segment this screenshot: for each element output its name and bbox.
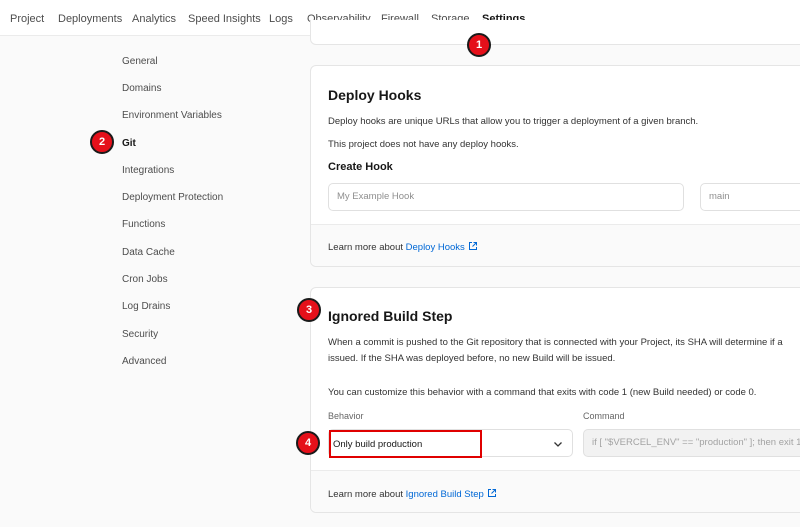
tab-logs[interactable]: Logs <box>269 13 293 25</box>
hook-name-input[interactable]: My Example Hook <box>328 183 684 211</box>
behavior-select[interactable]: Only build production <box>328 429 573 458</box>
sidebar-item-domains[interactable]: Domains <box>122 83 161 94</box>
ignored-build-step-card: Ignored Build Step When a commit is push… <box>310 287 800 513</box>
deploy-hooks-empty-text: This project does not have any deploy ho… <box>328 139 519 150</box>
deploy-hooks-title: Deploy Hooks <box>328 87 422 103</box>
callout-badge-1: 1 <box>467 33 491 57</box>
external-link-icon <box>487 489 496 497</box>
sidebar-item-advanced[interactable]: Advanced <box>122 356 166 367</box>
sidebar-item-integrations[interactable]: Integrations <box>122 165 174 176</box>
callout-badge-4: 4 <box>296 431 320 455</box>
sidebar-item-log-drains[interactable]: Log Drains <box>122 301 170 312</box>
ignored-build-step-customize-text: You can customize this behavior with a c… <box>328 387 757 398</box>
ignored-build-step-description: When a commit is pushed to the Git repos… <box>328 337 783 348</box>
callout-badge-3: 3 <box>297 298 321 322</box>
behavior-select-value: Only build production <box>329 430 482 458</box>
tab-speed-insights[interactable]: Speed Insights <box>188 13 261 25</box>
sidebar-item-cron-jobs[interactable]: Cron Jobs <box>122 274 168 285</box>
callout-badge-2: 2 <box>90 130 114 154</box>
external-link-icon <box>468 242 477 250</box>
sidebar-item-git[interactable]: Git <box>122 138 136 149</box>
deploy-hooks-docs-link[interactable]: Deploy Hooks <box>406 242 465 253</box>
behavior-label: Behavior <box>328 411 364 421</box>
ignored-build-step-footer: Learn more about Ignored Build Step <box>311 471 800 512</box>
sidebar-item-general[interactable]: General <box>122 56 158 67</box>
sidebar-item-environment-variables[interactable]: Environment Variables <box>122 110 222 121</box>
create-hook-title: Create Hook <box>328 161 393 173</box>
chevron-down-icon <box>554 442 562 447</box>
previous-settings-card <box>310 20 800 45</box>
ignored-build-step-docs-link[interactable]: Ignored Build Step <box>406 489 484 500</box>
sidebar-item-security[interactable]: Security <box>122 329 158 340</box>
command-input[interactable]: if [ "$VERCEL_ENV" == "production" ]; th… <box>583 429 800 457</box>
deploy-hooks-description: Deploy hooks are unique URLs that allow … <box>328 116 699 127</box>
tab-deployments[interactable]: Deployments <box>58 13 122 25</box>
tab-project[interactable]: Project <box>10 13 44 25</box>
deploy-hooks-footer-text: Learn more about <box>328 242 403 253</box>
ignored-build-step-description-cont: issued. If the SHA was deployed before, … <box>328 353 616 364</box>
sidebar-item-data-cache[interactable]: Data Cache <box>122 247 175 258</box>
ignored-build-step-title: Ignored Build Step <box>328 308 453 324</box>
hook-branch-input[interactable]: main <box>700 183 800 211</box>
sidebar-item-deployment-protection[interactable]: Deployment Protection <box>122 192 223 203</box>
sidebar-item-functions[interactable]: Functions <box>122 219 165 230</box>
command-label: Command <box>583 411 625 421</box>
ignored-build-step-footer-text: Learn more about <box>328 489 403 500</box>
tab-analytics[interactable]: Analytics <box>132 13 176 25</box>
deploy-hooks-footer: Learn more about Deploy Hooks <box>311 225 800 266</box>
deploy-hooks-card: Deploy Hooks Deploy hooks are unique URL… <box>310 65 800 267</box>
